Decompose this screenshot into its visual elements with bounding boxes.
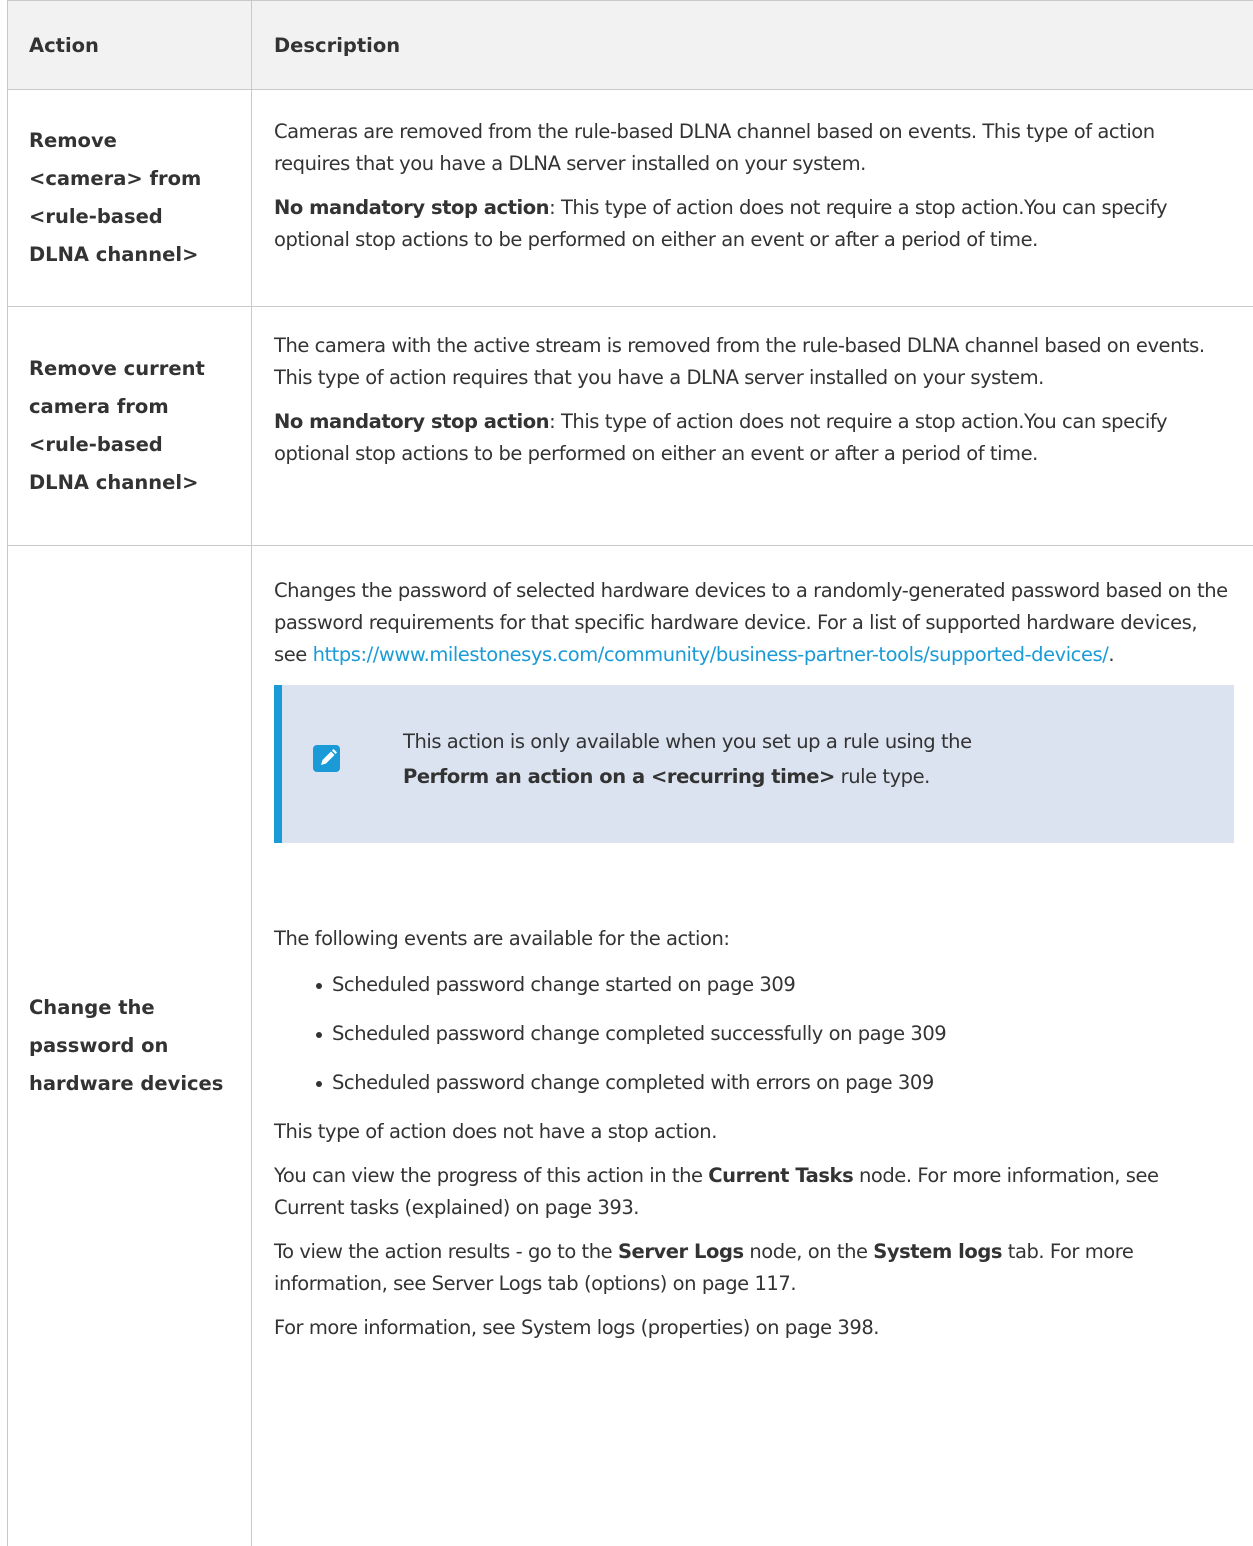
- description-cell: Changes the password of selected hardwar…: [252, 546, 1253, 1546]
- description-text: Changes the password of selected hardwar…: [274, 575, 1234, 671]
- list-item[interactable]: Scheduled password change completed with…: [316, 1067, 1234, 1099]
- action-name-line: <rule-based: [29, 205, 163, 228]
- table-row: Remove <camera> from <rule-based DLNA ch…: [8, 90, 1253, 307]
- system-logs-label: System logs: [873, 1240, 1002, 1263]
- progress-text: You can view the progress of this action…: [274, 1160, 1234, 1224]
- note-line-2: Perform an action on a <recurring time> …: [403, 759, 1224, 794]
- action-name: Change the password on hardware devices: [29, 989, 223, 1103]
- stop-action-label: No mandatory stop action: [274, 196, 550, 219]
- events-list: Scheduled password change started on pag…: [274, 969, 1234, 1099]
- link-suffix: .: [1108, 643, 1115, 666]
- note-line-1: This action is only available when you s…: [403, 730, 972, 753]
- stop-action-text: No mandatory stop action: This type of a…: [274, 406, 1234, 470]
- action-name-line: DLNA channel>: [29, 243, 199, 266]
- action-name-line: hardware devices: [29, 1072, 224, 1095]
- current-tasks-label: Current Tasks: [708, 1164, 854, 1187]
- results-pre: To view the action results - go to the: [274, 1240, 618, 1263]
- description-text: Cameras are removed from the rule-based …: [274, 120, 1155, 175]
- table-header-row: Action Description: [8, 0, 1253, 90]
- action-name-line: Remove current: [29, 357, 205, 380]
- action-name-line: password on: [29, 1034, 169, 1057]
- action-name: Remove <camera> from <rule-based DLNA ch…: [29, 122, 201, 274]
- table-row: Remove current camera from <rule-based D…: [8, 307, 1253, 546]
- action-name-line: DLNA channel>: [29, 471, 199, 494]
- stop-action-label: No mandatory stop action: [274, 410, 550, 433]
- actions-table: Action Description Remove <camera> from …: [7, 0, 1253, 1546]
- list-item[interactable]: Scheduled password change completed succ…: [316, 1018, 1234, 1050]
- more-info-text[interactable]: For more information, see System logs (p…: [274, 1312, 1234, 1344]
- server-logs-label: Server Logs: [617, 1240, 744, 1263]
- results-mid: node, on the: [743, 1240, 874, 1263]
- header-action: Action: [8, 1, 252, 89]
- action-name-line: <rule-based: [29, 433, 163, 456]
- stop-action-text: No mandatory stop action: This type of a…: [274, 192, 1234, 256]
- note-text: This action is only available when you s…: [403, 724, 1224, 794]
- list-item[interactable]: Scheduled password change started on pag…: [316, 969, 1234, 1001]
- action-cell: Remove current camera from <rule-based D…: [8, 307, 252, 545]
- action-name-line: <camera> from: [29, 167, 202, 190]
- note-box: This action is only available when you s…: [274, 685, 1234, 843]
- note-suffix: rule type.: [834, 765, 931, 788]
- action-name-line: Remove: [29, 129, 117, 152]
- description-text: The camera with the active stream is rem…: [274, 334, 1205, 389]
- results-text: To view the action results - go to the S…: [274, 1236, 1234, 1300]
- action-cell: Change the password on hardware devices: [8, 546, 252, 1546]
- table-row: Change the password on hardware devices …: [8, 546, 1253, 1546]
- header-description: Description: [274, 33, 401, 57]
- action-name-line: Change the: [29, 996, 155, 1019]
- action-name: Remove current camera from <rule-based D…: [29, 350, 205, 502]
- note-rule-type: Perform an action on a <recurring time>: [403, 765, 835, 788]
- no-stop-text: This type of action does not have a stop…: [274, 1120, 717, 1143]
- progress-pre: You can view the progress of this action…: [274, 1164, 709, 1187]
- description-cell: Cameras are removed from the rule-based …: [252, 90, 1253, 306]
- pencil-note-icon: [313, 745, 340, 772]
- description-cell: The camera with the active stream is rem…: [252, 307, 1253, 545]
- events-intro: The following events are available for t…: [274, 927, 730, 950]
- action-name-line: camera from: [29, 395, 169, 418]
- supported-devices-link[interactable]: https://www.milestonesys.com/community/b…: [313, 643, 1109, 666]
- action-cell: Remove <camera> from <rule-based DLNA ch…: [8, 90, 252, 306]
